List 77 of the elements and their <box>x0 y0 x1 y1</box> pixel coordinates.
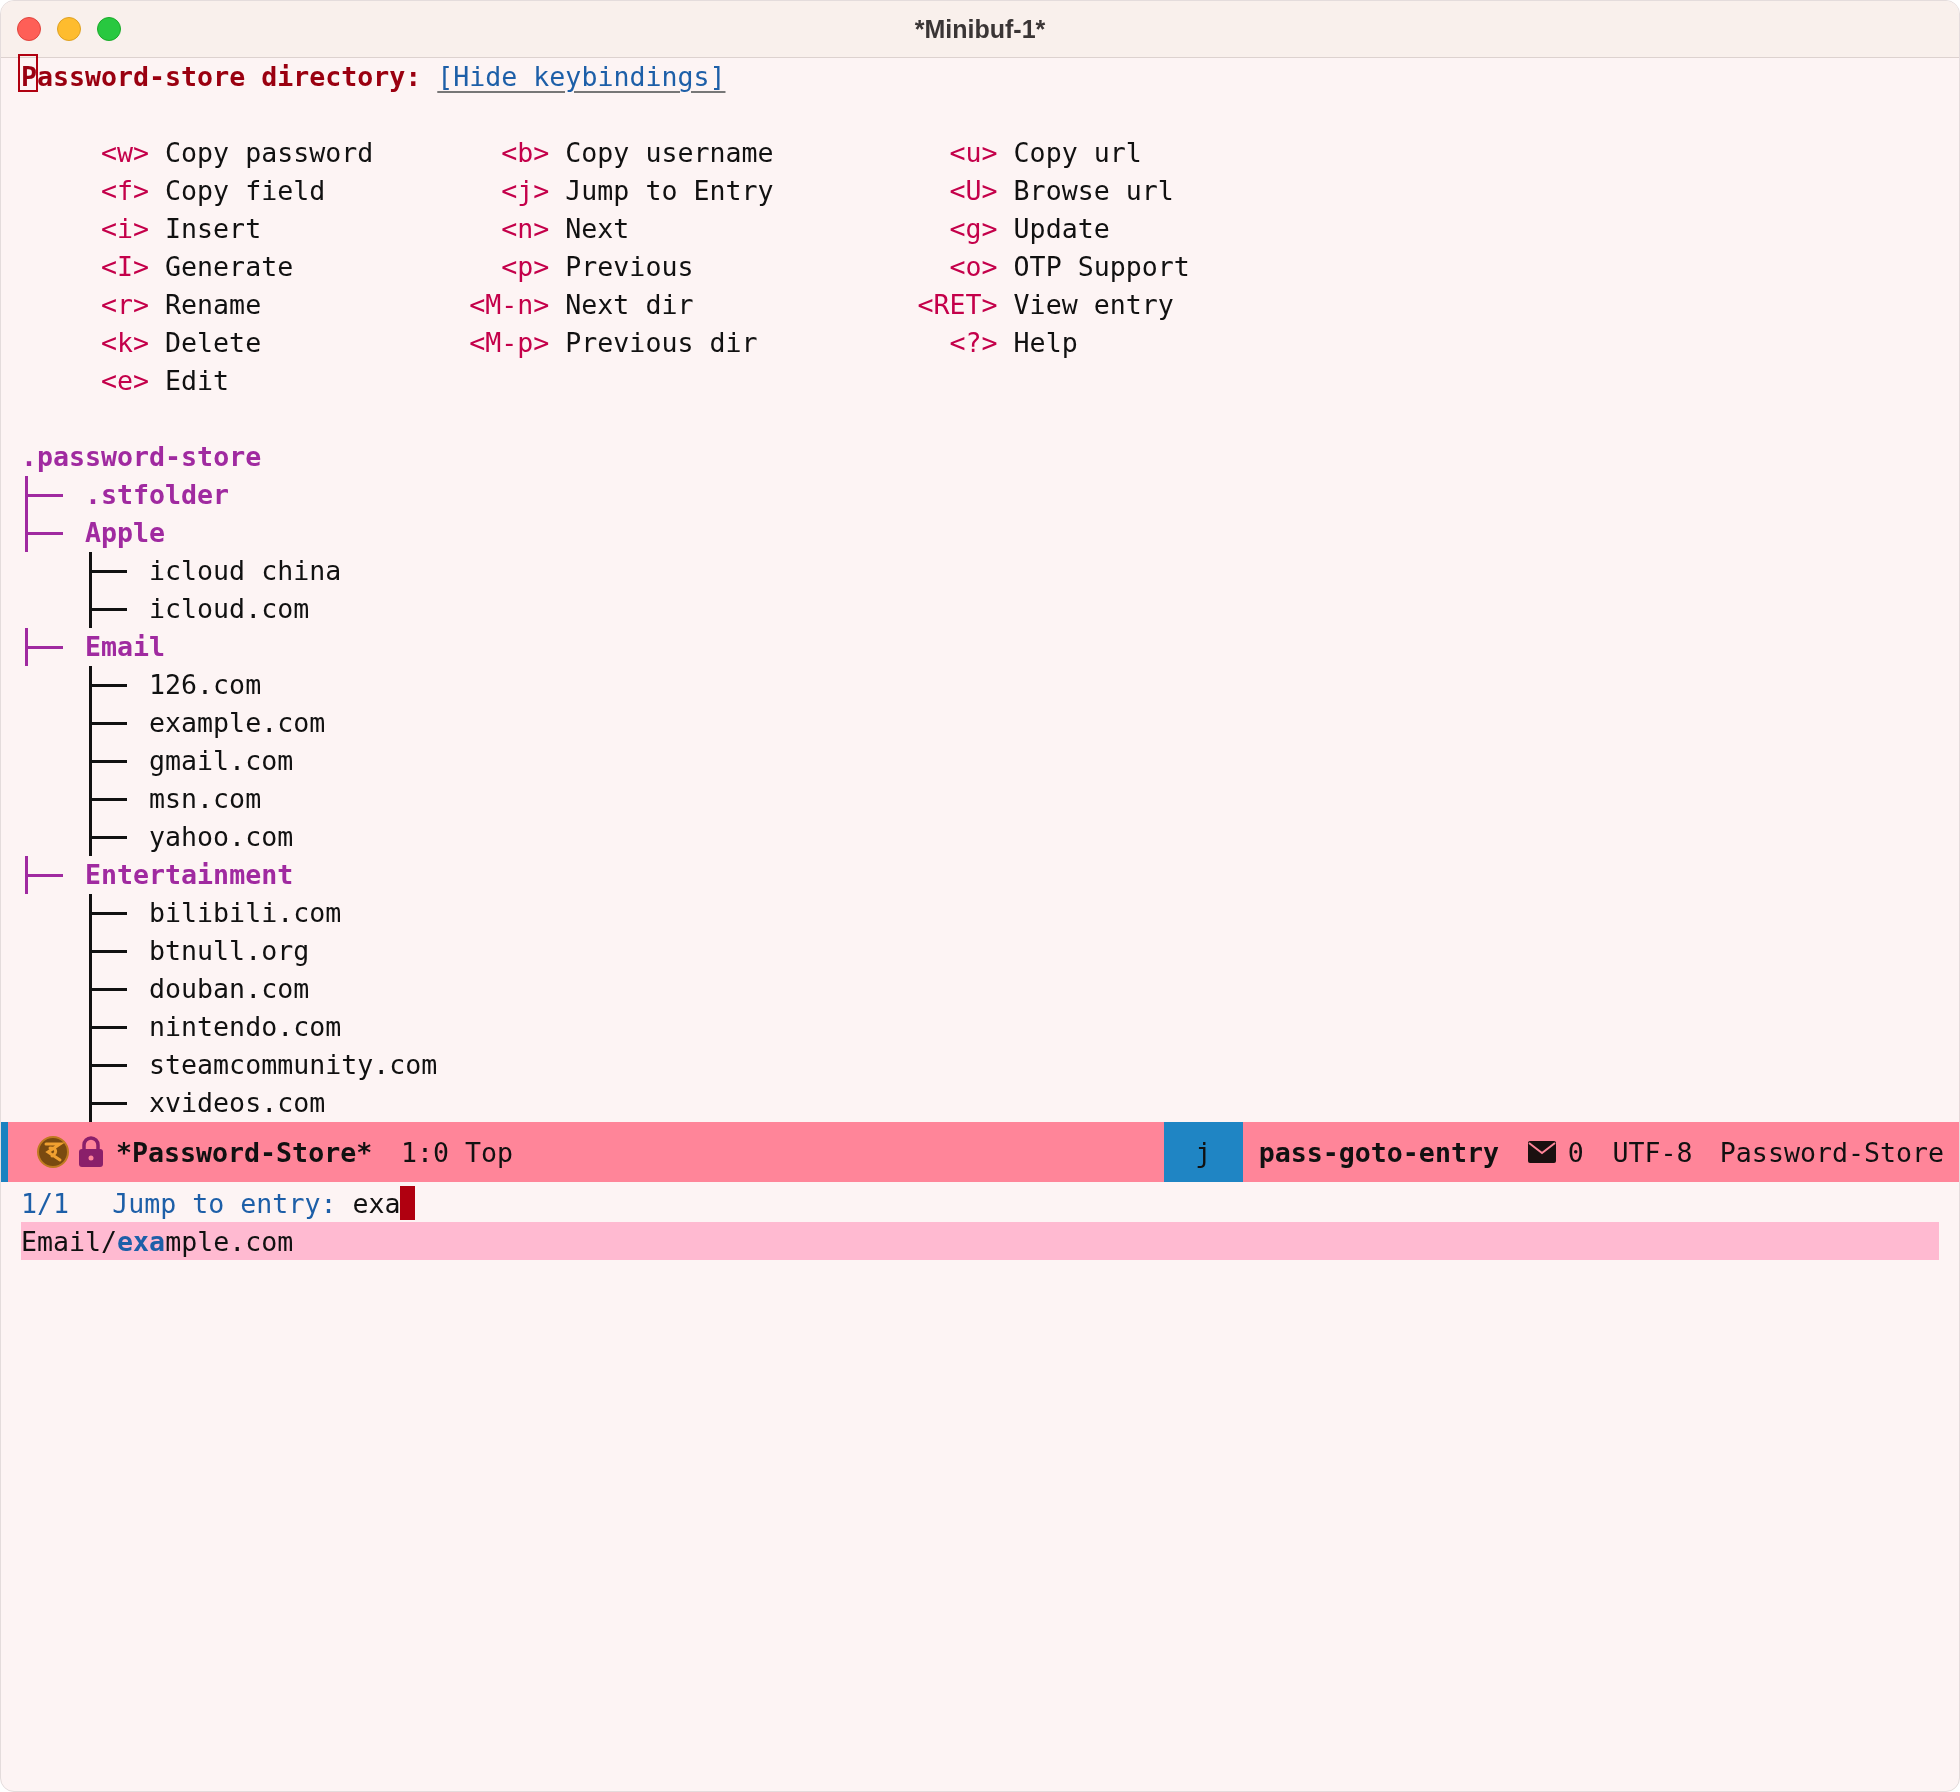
window-title: *Minibuf-1* <box>914 14 1046 44</box>
key-binding: <f> <box>101 174 150 208</box>
key-binding: <k> <box>101 326 150 360</box>
folder-name[interactable]: Apple <box>85 514 166 552</box>
entry-name[interactable]: icloud.com <box>149 590 310 628</box>
binding-action: Copy password <box>165 136 374 170</box>
binding-action: Browse url <box>1013 174 1174 208</box>
command-name: pass-goto-entry <box>1258 1136 1499 1168</box>
entry-name[interactable]: douban.com <box>149 970 310 1008</box>
minimize-button[interactable] <box>57 17 81 41</box>
entry-name[interactable]: xvideos.com <box>149 1084 326 1122</box>
key-binding: <RET> <box>917 288 998 322</box>
root-folder-name[interactable]: .password-store <box>21 438 262 476</box>
match-count: 1/1 <box>21 1187 70 1219</box>
binding-action: Update <box>1013 212 1110 246</box>
key-binding: <?> <box>949 326 998 360</box>
key-binding: <u> <box>949 136 998 170</box>
cursor-position: 1:0 <box>401 1136 450 1168</box>
key-binding: <j> <box>501 174 550 208</box>
binding-action: Edit <box>165 364 230 398</box>
input-field[interactable]: exa <box>352 1187 401 1219</box>
key-binding: <M-n> <box>469 288 550 322</box>
key-binding: <o> <box>949 250 998 284</box>
key-binding: <n> <box>501 212 550 246</box>
key-binding: <M-p> <box>469 326 550 360</box>
prompt-label: Jump to entry: <box>112 1187 337 1219</box>
folder-name[interactable]: Entertainment <box>85 856 294 894</box>
buffer-name: *Password-Store* <box>116 1136 373 1168</box>
zoom-button[interactable] <box>97 17 121 41</box>
entry-name[interactable]: bilibili.com <box>149 894 342 932</box>
binding-action: Generate <box>165 250 294 284</box>
entry-name[interactable]: nintendo.com <box>149 1008 342 1046</box>
binding-action: Previous dir <box>565 326 758 360</box>
key-binding: <p> <box>501 250 550 284</box>
mail-count: 0 <box>1567 1136 1584 1168</box>
binding-action: Rename <box>165 288 262 322</box>
key-binding: <b> <box>501 136 550 170</box>
binding-action: Help <box>1013 326 1078 360</box>
hide-keybindings-link[interactable]: [Hide keybindings] <box>437 58 726 96</box>
lock-icon <box>78 1136 104 1168</box>
binding-action: Copy username <box>565 136 774 170</box>
key-binding: <U> <box>949 174 998 208</box>
binding-action: Insert <box>165 212 262 246</box>
binding-action: OTP Support <box>1013 250 1190 284</box>
close-button[interactable] <box>17 17 41 41</box>
last-key-indicator: j <box>1163 1122 1243 1182</box>
binding-action: Next dir <box>565 288 694 322</box>
key-binding: <I> <box>101 250 150 284</box>
entry-name[interactable]: yahoo.com <box>149 818 294 856</box>
major-mode: Password-Store <box>1719 1136 1944 1168</box>
entry-name[interactable]: icloud china <box>149 552 342 590</box>
binding-action: Delete <box>165 326 262 360</box>
scroll-position: Top <box>465 1136 514 1168</box>
entry-name[interactable]: steamcommunity.com <box>149 1046 438 1084</box>
binding-action: Previous <box>565 250 694 284</box>
binding-action: Jump to Entry <box>565 174 774 208</box>
completion-item[interactable]: Email/example.com <box>21 1222 1939 1260</box>
key-binding: <r> <box>101 288 150 322</box>
entry-name[interactable]: example.com <box>149 704 326 742</box>
entry-name[interactable]: gmail.com <box>149 742 294 780</box>
folder-name[interactable]: Email <box>85 628 166 666</box>
logo-icon <box>36 1135 70 1169</box>
binding-action: Copy field <box>165 174 326 208</box>
encoding: UTF-8 <box>1612 1136 1693 1168</box>
binding-action: Next <box>565 212 630 246</box>
key-binding: <e> <box>101 364 150 398</box>
entry-name[interactable]: msn.com <box>149 780 262 818</box>
folder-name[interactable]: .stfolder <box>85 476 230 514</box>
entry-name[interactable]: 126.com <box>149 666 262 704</box>
entry-name[interactable]: btnull.org <box>149 932 310 970</box>
key-binding: <i> <box>101 212 150 246</box>
text-cursor <box>400 1186 416 1220</box>
key-binding: <g> <box>949 212 998 246</box>
mail-icon <box>1527 1141 1556 1163</box>
binding-action: Copy url <box>1013 136 1142 170</box>
key-binding: <w> <box>101 136 150 170</box>
binding-action: View entry <box>1013 288 1174 322</box>
